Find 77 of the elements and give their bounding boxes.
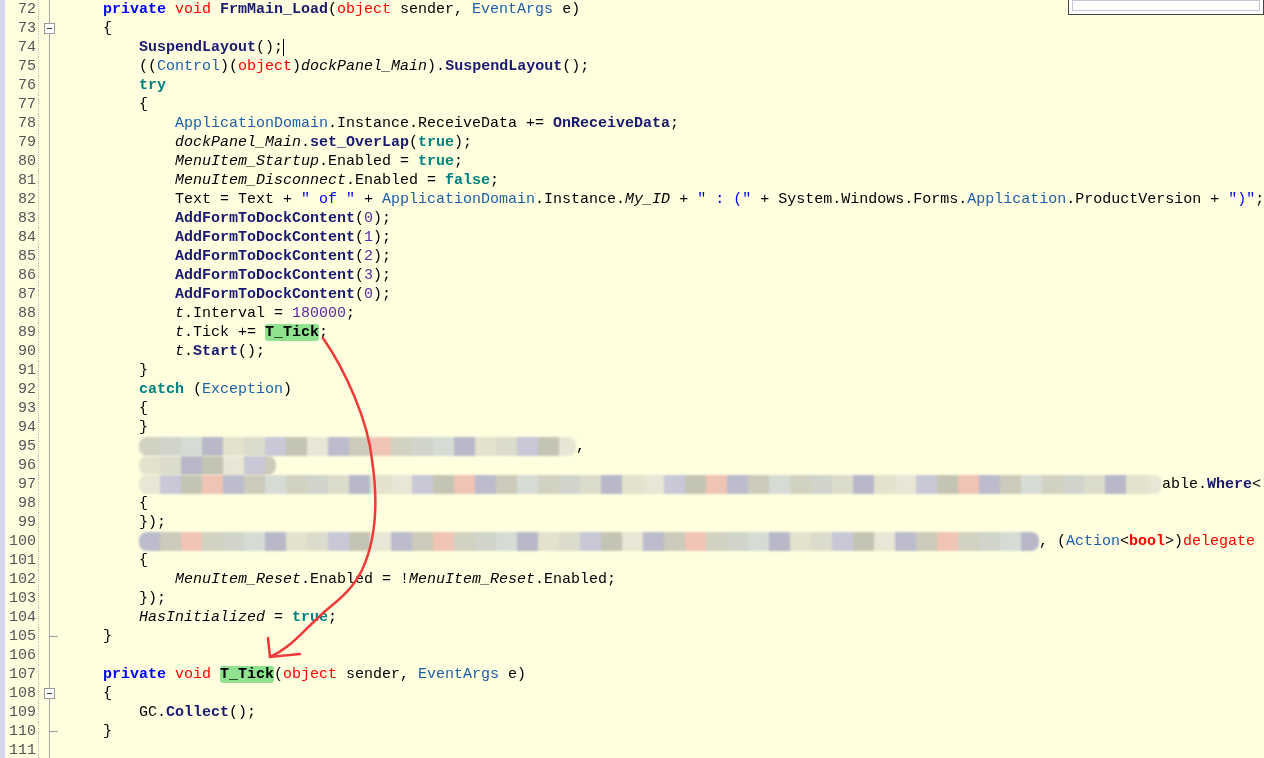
code-line: { [139,399,148,418]
line-number: 84 [17,228,36,247]
code-line: { [103,684,112,703]
code-line: GC.Collect(); [139,703,257,722]
line-number: 98 [17,494,36,513]
line-number: 75 [17,57,36,76]
code-line: AddFormToDockContent(0); [175,285,392,304]
code-line: , [576,437,585,456]
code-line: }); [139,589,166,608]
code-line: } [139,418,148,437]
line-number: 87 [17,285,36,304]
line-number: 100 [8,532,36,551]
line-number: 96 [17,456,36,475]
line-number: 78 [17,114,36,133]
line-number: 107 [8,665,36,684]
line-number: 76 [17,76,36,95]
line-number: 99 [17,513,36,532]
code-line: MenuItem_Startup.Enabled = true; [175,152,464,171]
code-line: , (Action<bool>)delegate [1039,532,1256,551]
code-line: AddFormToDockContent(0); [175,209,392,228]
line-number: 101 [8,551,36,570]
code-line: { [139,551,148,570]
code-line: try [139,76,166,95]
line-number: 92 [17,380,36,399]
line-number: 85 [17,247,36,266]
code-line: AddFormToDockContent(1); [175,228,392,247]
code-line: { [139,95,148,114]
code-line: ((Control)(object)dockPanel_Main).SuspendLayout(); [139,57,590,76]
code-line: private void FrmMain_Load(object sender, EventArgs e) [103,0,581,19]
line-number: 73 [17,19,36,38]
code-line: t.Start(); [175,342,266,361]
line-number: 89 [17,323,36,342]
line-number: 74 [17,38,36,57]
line-number: 102 [8,570,36,589]
code-line: Text = Text + " of " + ApplicationDomain.Instance.My_ID + " : (" + System.Windows.Forms.Application.ProductVersion + ")"; [175,190,1264,209]
line-number: 97 [17,475,36,494]
code-line: MenuItem_Disconnect.Enabled = false; [175,171,500,190]
code-line: catch (Exception) [139,380,293,399]
code-line: private void T_Tick(object sender, EventArgs e) [103,665,527,684]
code-line: t.Tick += T_Tick; [175,323,329,342]
code-line: { [103,19,112,38]
code-line: AddFormToDockContent(3); [175,266,392,285]
line-number: 110 [8,722,36,741]
line-number: 88 [17,304,36,323]
line-number: 103 [8,589,36,608]
code-line: }); [139,513,166,532]
line-number: 109 [8,703,36,722]
line-number: 108 [8,684,36,703]
line-number: 91 [17,361,36,380]
line-number: 86 [17,266,36,285]
line-number: 90 [17,342,36,361]
line-number: 93 [17,399,36,418]
line-number: 111 [8,741,36,758]
code-line: } [103,627,112,646]
line-number: 79 [17,133,36,152]
code-line: SuspendLayout(); [139,38,284,57]
code-line: { [139,494,148,513]
code-line: } [103,722,112,741]
line-number: 82 [17,190,36,209]
collapse-icon[interactable] [44,688,55,699]
code-line: ApplicationDomain.Instance.ReceiveData += OnReceiveData; [175,114,680,133]
line-number: 81 [17,171,36,190]
line-number: 77 [17,95,36,114]
line-number: 83 [17,209,36,228]
code-line: able.Where< [1162,475,1262,494]
line-number: 94 [17,418,36,437]
collapse-icon[interactable] [44,23,55,34]
code-line: t.Interval = 180000; [175,304,356,323]
line-number: 106 [8,646,36,665]
line-number: 72 [17,0,36,19]
line-number: 95 [17,437,36,456]
code-line: } [139,361,148,380]
line-number: 104 [8,608,36,627]
code-line: AddFormToDockContent(2); [175,247,392,266]
line-number: 80 [17,152,36,171]
code-line: dockPanel_Main.set_OverLap(true); [175,133,473,152]
line-number: 105 [8,627,36,646]
